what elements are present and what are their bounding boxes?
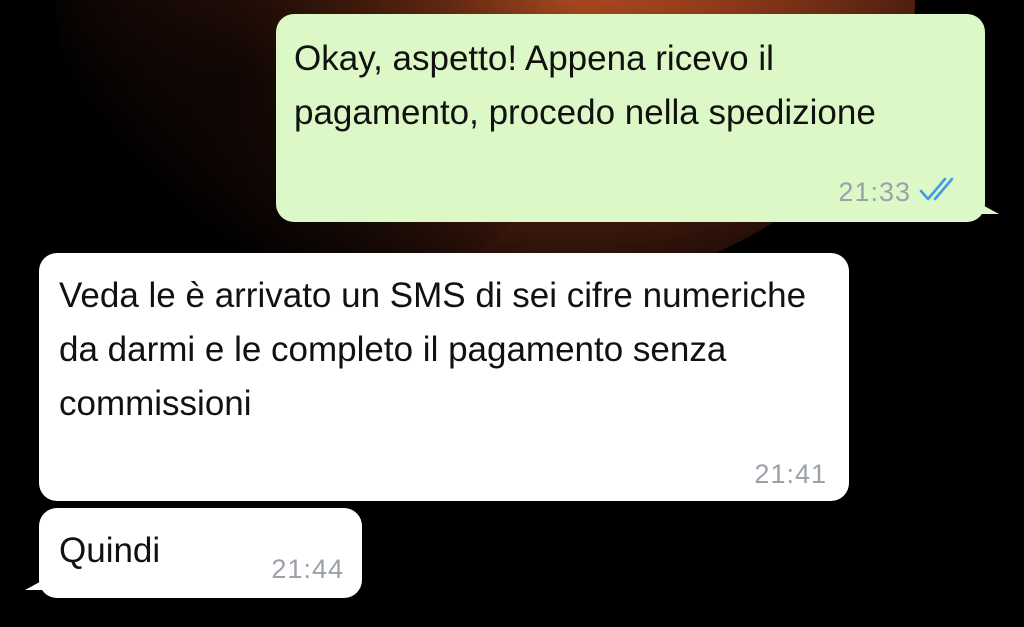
- message-meta: 21:33: [838, 174, 963, 210]
- double-check-read-icon: [919, 174, 963, 210]
- message-time: 21:44: [271, 554, 344, 584]
- bubble-tail: [977, 202, 999, 214]
- message-meta: 21:41: [754, 459, 827, 489]
- message-text: Okay, aspetto! Appena ricevo il pagament…: [294, 39, 876, 132]
- message-text: Veda le è arrivato un SMS di sei cifre n…: [59, 276, 807, 423]
- message-meta: 21:44: [271, 554, 344, 584]
- message-bubble-outgoing[interactable]: Okay, aspetto! Appena ricevo il pagament…: [276, 14, 999, 222]
- bubble-tail: [25, 578, 47, 590]
- message-time: 21:33: [838, 177, 911, 207]
- message-bubble-incoming[interactable]: Veda le è arrivato un SMS di sei cifre n…: [39, 253, 849, 501]
- message-bubble-incoming[interactable]: Quindi 21:44: [25, 508, 362, 598]
- message-time: 21:41: [754, 459, 827, 489]
